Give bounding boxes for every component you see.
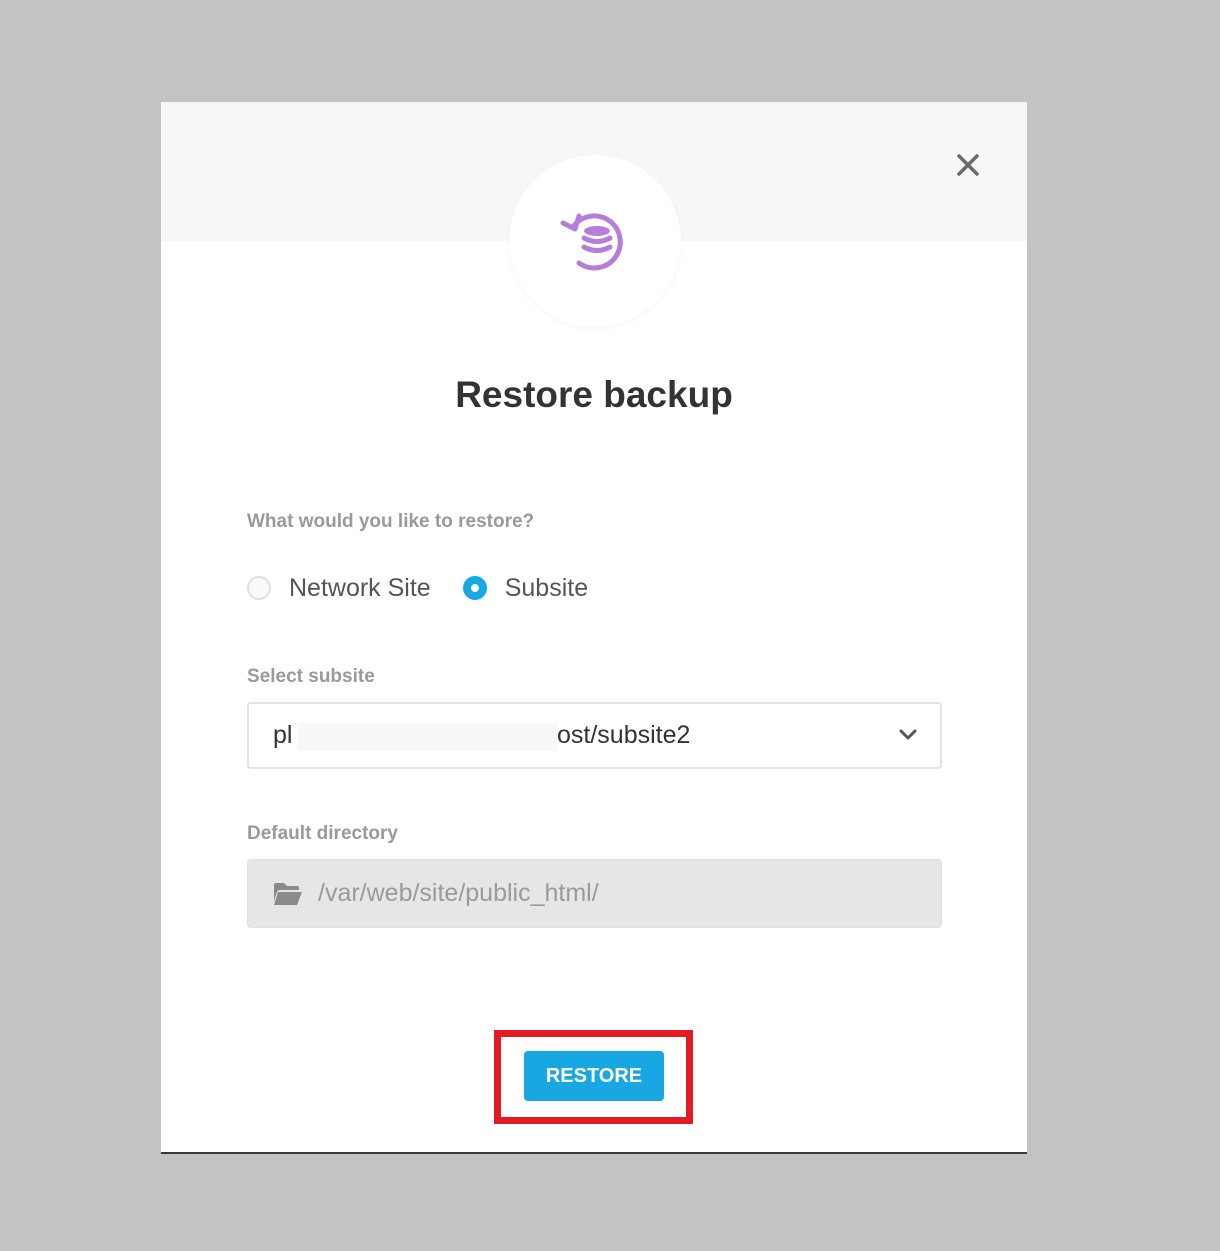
restore-type-question: What would you like to restore? bbox=[247, 511, 535, 532]
default-directory-field: /var/web/site/public_html/ bbox=[247, 859, 942, 928]
restore-backup-modal: Restore backup What would you like to re… bbox=[161, 102, 1027, 1154]
default-directory-value: /var/web/site/public_html/ bbox=[318, 879, 599, 907]
redacted-region bbox=[297, 723, 557, 751]
close-icon[interactable] bbox=[953, 150, 983, 180]
subsite-select-value-prefix: pl bbox=[273, 721, 293, 749]
modal-title: Restore backup bbox=[455, 374, 733, 415]
default-directory-label: Default directory bbox=[247, 823, 398, 844]
radio-subsite-label[interactable]: Subsite bbox=[505, 574, 588, 603]
chevron-down-icon[interactable] bbox=[898, 728, 918, 747]
subsite-select-value-suffix: ost/subsite2 bbox=[557, 721, 691, 749]
restore-type-radio-group: Network Site Subsite bbox=[247, 572, 588, 604]
radio-subsite-circle[interactable] bbox=[462, 576, 487, 600]
select-subsite-label: Select subsite bbox=[247, 666, 375, 687]
radio-network-site-label[interactable]: Network Site bbox=[289, 574, 431, 603]
restore-button[interactable]: RESTORE bbox=[524, 1051, 664, 1101]
folder-icon bbox=[273, 882, 303, 911]
radio-subsite[interactable]: Subsite bbox=[462, 574, 588, 603]
subsite-select[interactable]: pl ost/subsite2 bbox=[247, 702, 942, 769]
restore-backup-icon bbox=[560, 213, 623, 271]
header-icon-circle bbox=[509, 155, 681, 327]
radio-network-site[interactable]: Network Site bbox=[247, 574, 431, 603]
radio-network-site-circle[interactable] bbox=[247, 576, 271, 600]
